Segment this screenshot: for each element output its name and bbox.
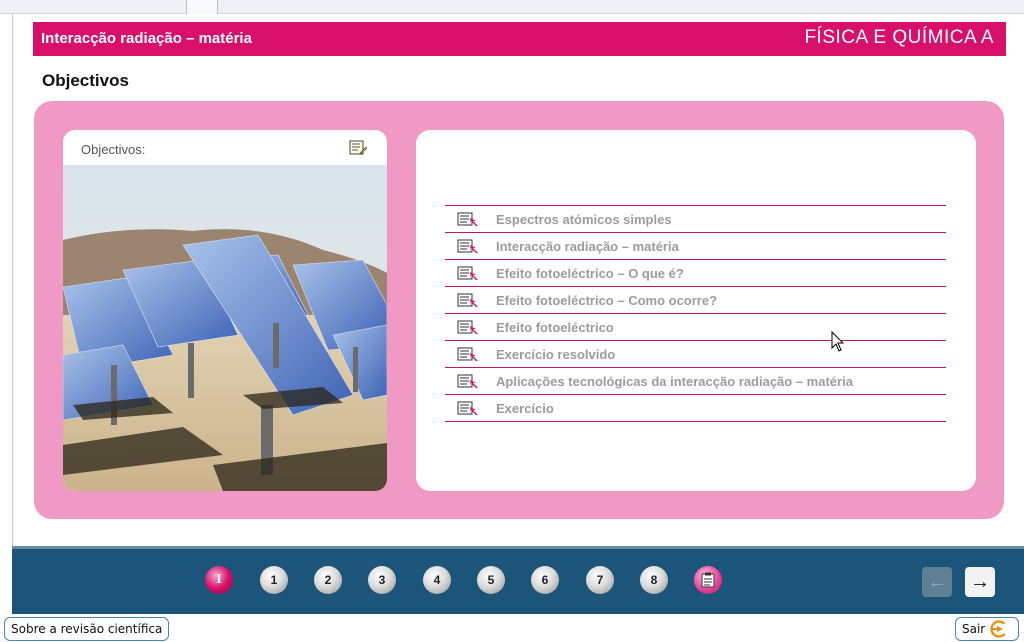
nav-page-6-button[interactable]: 6 — [531, 566, 559, 594]
nav-page-1-button[interactable]: 1 — [260, 566, 288, 594]
topics-list: Espectros atómicos simples Interacção ra… — [445, 205, 946, 422]
document-arrow-icon — [457, 374, 478, 388]
bottom-navbar — [12, 546, 1024, 614]
arrow-right-icon: → — [970, 570, 990, 593]
nav-summary-button[interactable] — [694, 566, 722, 594]
objectives-label: Objectivos: — [81, 142, 146, 157]
nav-page-2-button[interactable]: 2 — [314, 566, 342, 594]
browser-tab[interactable] — [186, 0, 218, 14]
nav-page-4-button[interactable]: 4 — [423, 566, 451, 594]
lesson-title: Interacção radiação – matéria — [41, 30, 252, 47]
list-item[interactable]: Efeito fotoeléctrico – Como ocorre? — [445, 287, 946, 314]
list-item[interactable]: Interacção radiação – matéria — [445, 233, 946, 260]
list-item[interactable]: Exercício resolvido — [445, 341, 946, 368]
prev-page-button[interactable]: ← — [922, 567, 952, 597]
document-arrow-icon — [457, 401, 478, 415]
topic-label: Efeito fotoeléctrico – Como ocorre? — [496, 292, 718, 308]
nav-page-8-button[interactable]: 8 — [640, 566, 668, 594]
topic-label: Efeito fotoeléctrico – O que é? — [496, 265, 684, 281]
solar-panels-photo — [63, 165, 387, 491]
nav-page-3-button[interactable]: 3 — [368, 566, 396, 594]
arrow-left-icon: ← — [927, 570, 947, 593]
document-arrow-icon — [457, 239, 478, 253]
objectives-card: Objectivos: — [63, 130, 387, 491]
document-arrow-icon — [457, 266, 478, 280]
scientific-review-link[interactable]: Sobre a revisão científica — [4, 617, 170, 641]
topic-label: Interacção radiação – matéria — [496, 238, 679, 254]
list-item[interactable]: Exercício — [445, 395, 946, 422]
list-item[interactable]: Efeito fotoeléctrico — [445, 314, 946, 341]
clipboard-icon — [701, 572, 715, 588]
notepad-pencil-icon[interactable] — [349, 139, 367, 156]
nav-page-7-button[interactable]: 7 — [586, 566, 614, 594]
nav-page-5-button[interactable]: 5 — [477, 566, 505, 594]
scientific-review-label: Sobre a revisão científica — [11, 622, 163, 636]
list-item[interactable]: Aplicações tecnológicas da interacção ra… — [445, 368, 946, 395]
list-item[interactable]: Espectros atómicos simples — [445, 206, 946, 233]
exit-button[interactable]: Sair — [955, 617, 1019, 641]
nav-intro-button[interactable]: I — [205, 566, 233, 594]
lesson-header: Interacção radiação – matéria FÍSICA E Q… — [33, 22, 1006, 56]
frame-border — [12, 14, 13, 614]
document-arrow-icon — [457, 293, 478, 307]
list-item[interactable]: Efeito fotoeléctrico – O que é? — [445, 260, 946, 287]
document-arrow-icon — [457, 320, 478, 334]
browser-top-strip — [0, 0, 1024, 14]
document-arrow-icon — [457, 212, 478, 226]
topic-label: Efeito fotoeléctrico — [496, 319, 614, 335]
page-title: Objectivos — [42, 71, 129, 90]
topic-label: Exercício — [496, 400, 554, 416]
subject-name: FÍSICA E QUÍMICA A — [804, 27, 994, 48]
mouse-cursor-icon — [831, 331, 845, 352]
topic-label: Exercício resolvido — [496, 346, 616, 362]
document-arrow-icon — [457, 347, 478, 361]
topic-label: Espectros atómicos simples — [496, 211, 672, 227]
exit-label: Sair — [962, 622, 986, 636]
exit-arrow-icon — [990, 620, 1008, 638]
next-page-button[interactable]: → — [965, 567, 995, 597]
topic-label: Aplicações tecnológicas da interacção ra… — [496, 373, 853, 389]
